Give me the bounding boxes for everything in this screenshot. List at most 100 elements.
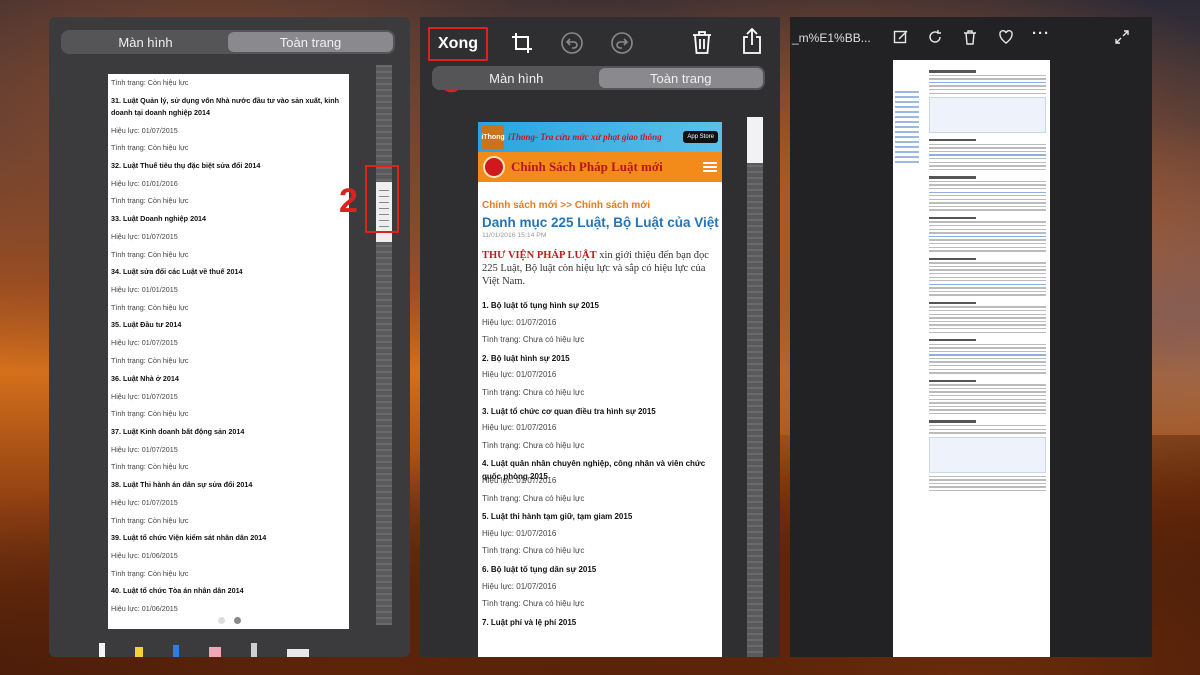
expand-icon[interactable] xyxy=(1114,29,1130,49)
screenshot-editor-panel: Xong 3 Màn hình Toàn trang iThong iThong… xyxy=(420,17,780,657)
pencil-tool-icon[interactable] xyxy=(173,645,179,657)
law-detail: Hiệu lực: 01/07/2016 xyxy=(482,317,557,327)
law-detail: Tình trạng: Còn hiệu lực xyxy=(111,78,189,87)
law-detail: Hiệu lực: 01/01/2015 xyxy=(111,285,178,295)
law-detail: Hiệu lực: 01/07/2016 xyxy=(482,370,557,380)
law-title: 40. Luật tổ chức Tòa án nhân dân 2014 xyxy=(111,586,244,596)
tab-full-page[interactable]: Toàn trang xyxy=(598,68,763,88)
law-title: 1. Bộ luật tố tụng hình sự 2015 xyxy=(482,301,599,310)
law-title: 35. Luật Đầu tư 2014 xyxy=(111,320,182,330)
law-detail: Tình trạng: Còn hiệu lực xyxy=(111,515,189,525)
law-detail: Tình trạng: Còn hiệu lực xyxy=(111,143,189,153)
law-detail: Hiệu lực: 01/06/2015 xyxy=(111,604,178,614)
law-title: 4. Luật quân nhân chuyên nghiệp, công nh… xyxy=(482,459,706,482)
law-title: 32. Luật Thuế tiêu thụ đặc biệt sửa đổi … xyxy=(111,160,261,170)
law-detail: Hiệu lực: 01/07/2015 xyxy=(111,497,178,507)
law-list: 1. Bộ luật tố tụng hình sự 2015 Hiệu lực:… xyxy=(478,288,722,630)
page-thumbnail-scrubber[interactable] xyxy=(747,117,763,163)
tab-screen[interactable]: Màn hình xyxy=(63,32,228,52)
share-icon[interactable] xyxy=(738,26,766,56)
step-number-label: 2 xyxy=(339,182,358,220)
page-dot[interactable] xyxy=(218,617,225,624)
trash-icon[interactable] xyxy=(962,29,978,49)
highlighter-tool-icon[interactable] xyxy=(135,647,143,657)
markup-icon[interactable] xyxy=(893,29,909,49)
law-detail: Tình trạng: Còn hiệu lực xyxy=(111,249,189,259)
app-banner[interactable]: iThong iThong- Tra cứu mức xử phạt giao … xyxy=(478,122,722,152)
page-scroll-strip[interactable] xyxy=(376,65,392,625)
capture-mode-segmented-control[interactable]: Màn hình Toàn trang xyxy=(61,30,395,54)
law-detail: Hiệu lực: 01/07/2016 xyxy=(482,528,557,538)
law-detail: Hiệu lực: 01/07/2015 xyxy=(111,125,178,135)
law-detail: Tình trạng: Chưa có hiệu lực xyxy=(482,440,585,450)
law-detail: Hiệu lực: 01/07/2015 xyxy=(111,391,178,401)
pen-tool-icon[interactable] xyxy=(99,643,105,657)
lasso-tool-icon[interactable] xyxy=(251,643,257,657)
webpage-screenshot: iThong iThong- Tra cứu mức xử phạt giao … xyxy=(478,122,722,657)
markup-tool-palette xyxy=(99,635,309,657)
law-detail: Tình trạng: Còn hiệu lực xyxy=(111,409,189,419)
done-button[interactable]: Xong xyxy=(428,27,488,61)
law-detail: Tình trạng: Chưa có hiệu lực xyxy=(482,546,585,556)
site-header: Chính Sách Pháp Luật mới xyxy=(478,152,722,182)
law-title: 38. Luật Thi hành án dân sự sửa đổi 2014 xyxy=(111,479,253,489)
heart-icon[interactable] xyxy=(998,29,1014,49)
law-detail: Tình trạng: Còn hiệu lực xyxy=(111,302,189,312)
law-title: 36. Luật Nhà ở 2014 xyxy=(111,373,179,383)
law-detail: Hiệu lực: 01/07/2016 xyxy=(482,475,557,485)
eraser-tool-icon[interactable] xyxy=(209,647,221,657)
law-detail: Tình trạng: Chưa có hiệu lực xyxy=(482,493,585,503)
app-banner-text: iThong- Tra cứu mức xử phạt giao thông xyxy=(508,132,662,142)
ithong-logo: iThong xyxy=(481,125,505,149)
law-detail: Hiệu lực: 01/07/2015 xyxy=(111,444,178,454)
crop-icon[interactable] xyxy=(508,29,536,57)
law-detail: Hiệu lực: 01/01/2016 xyxy=(111,178,178,188)
breadcrumb[interactable]: Chính sách mới >> Chính sách mới xyxy=(478,182,722,215)
editor-toolbar: Xong xyxy=(420,17,780,65)
page-indicator-dots[interactable] xyxy=(49,617,410,624)
page-dot[interactable] xyxy=(234,617,241,624)
law-detail: Hiệu lực: 01/07/2016 xyxy=(482,581,557,591)
redo-icon[interactable] xyxy=(608,29,636,57)
tab-full-page[interactable]: Toàn trang xyxy=(228,32,393,52)
law-title: 31. Luật Quản lý, sử dụng vốn Nhà nước đ… xyxy=(111,95,339,117)
app-store-badge[interactable]: App Store xyxy=(683,131,718,143)
law-title: 39. Luật tổ chức Viện kiểm sát nhân dân … xyxy=(111,533,267,543)
wiki-sidebar xyxy=(895,88,925,166)
post-date: 11/01/2016 15:14 PM xyxy=(482,232,547,239)
tab-screen[interactable]: Màn hình xyxy=(434,68,599,88)
rotate-icon[interactable] xyxy=(927,29,943,49)
intro-paragraph: THƯ VIỆN PHÁP LUẬT xin giới thiệu đến bạ… xyxy=(478,249,722,288)
site-title[interactable]: Chính Sách Pháp Luật mới xyxy=(505,159,703,175)
annotation-highlight-box xyxy=(365,165,399,233)
page-scroll-strip[interactable] xyxy=(747,117,763,657)
document-page: Tình trạng: Còn hiệu lực 31. Luật Quản lý… xyxy=(108,74,349,629)
capture-mode-segmented-control[interactable]: Màn hình Toàn trang xyxy=(432,66,765,90)
law-title: 7. Luật phí và lệ phí 2015 xyxy=(482,617,577,627)
wikipedia-page-thumbnail xyxy=(893,60,1050,657)
law-title: 6. Bộ luật tố tụng dân sự 2015 xyxy=(482,564,597,574)
hamburger-menu-icon[interactable] xyxy=(703,160,717,174)
file-name: _m%E1%BB... xyxy=(792,31,871,45)
law-title: 37. Luật Kinh doanh bất động sản 2014 xyxy=(111,426,245,436)
ruler-tool-icon[interactable] xyxy=(287,649,309,657)
full-page-screenshot-panel: Màn hình Toàn trang Tình trạng: Còn hiệu… xyxy=(49,17,410,657)
wiki-article-body xyxy=(929,64,1046,493)
law-detail: Tình trạng: Còn hiệu lực xyxy=(111,355,189,365)
photo-viewer-panel: _m%E1%BB... ··· xyxy=(790,17,1152,657)
law-title: 2. Bộ luật hình sự 2015 xyxy=(482,353,570,363)
trash-icon[interactable] xyxy=(688,27,716,57)
law-title: 33. Luật Doanh nghiệp 2014 xyxy=(111,213,207,223)
law-title: 34. Luật sửa đổi các Luật về thuế 2014 xyxy=(111,267,243,277)
law-detail: Hiệu lực: 01/07/2015 xyxy=(111,231,178,241)
intro-highlight: THƯ VIỆN PHÁP LUẬT xyxy=(482,250,597,261)
site-emblem-icon xyxy=(483,156,505,178)
undo-icon[interactable] xyxy=(558,29,586,57)
law-detail: Hiệu lực: 01/07/2015 xyxy=(111,338,178,348)
law-detail: Hiệu lực: 01/06/2015 xyxy=(111,551,178,561)
law-detail: Hiệu lực: 01/07/2016 xyxy=(482,423,557,433)
law-detail: Tình trạng: Còn hiệu lực xyxy=(111,462,189,472)
more-icon[interactable]: ··· xyxy=(1032,25,1050,42)
law-detail: Tình trạng: Còn hiệu lực xyxy=(111,196,189,206)
page-title: Danh mục 225 Luật, Bộ Luật của Việt Nam xyxy=(482,215,722,230)
